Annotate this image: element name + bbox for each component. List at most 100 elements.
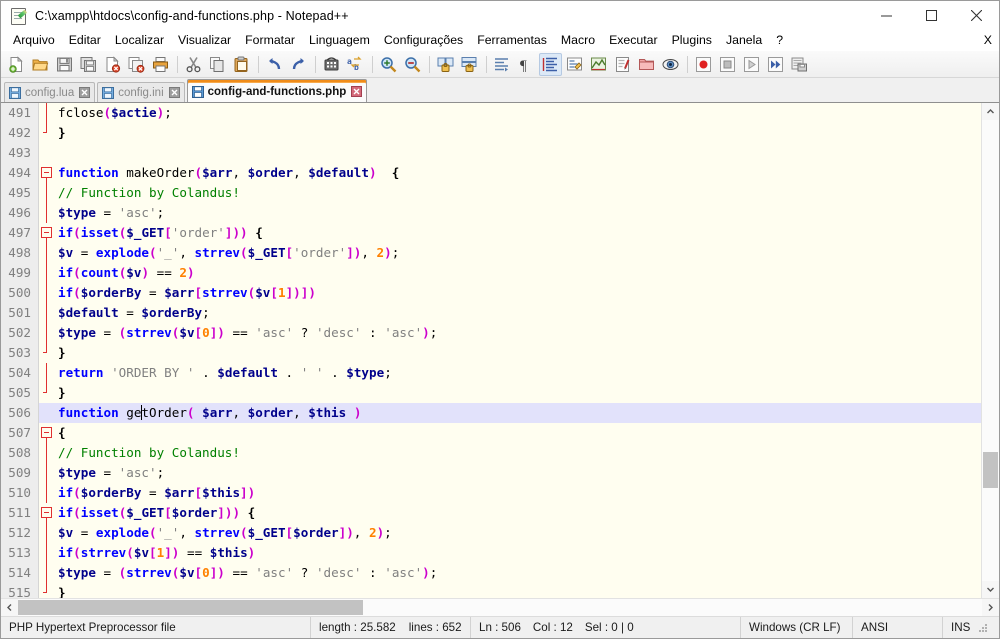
user-defined-language-icon[interactable] bbox=[563, 53, 586, 76]
fold-margin[interactable] bbox=[39, 223, 54, 243]
zoom-in-icon[interactable] bbox=[377, 53, 400, 76]
menu-item-linguagem[interactable]: Linguagem bbox=[302, 31, 377, 50]
indent-guide-icon[interactable] bbox=[539, 52, 562, 76]
menu-item-localizar[interactable]: Localizar bbox=[108, 31, 171, 50]
code-line[interactable]: 515} bbox=[1, 583, 981, 598]
menu-item-ferramentas[interactable]: Ferramentas bbox=[470, 31, 554, 50]
fold-margin[interactable] bbox=[39, 363, 54, 383]
code-line[interactable]: 491 fclose($actie); bbox=[1, 103, 981, 123]
tab-config-lua[interactable]: config.lua bbox=[4, 82, 96, 102]
code-line[interactable]: 500 if($orderBy = $arr[strrev($v[1])]) bbox=[1, 283, 981, 303]
menu-item-plugins[interactable]: Plugins bbox=[665, 31, 719, 50]
code-line[interactable]: 508 // Function by Colandus! bbox=[1, 443, 981, 463]
save-all-icon[interactable] bbox=[77, 53, 100, 76]
folder-as-workspace-icon[interactable] bbox=[635, 53, 658, 76]
find-icon[interactable] bbox=[320, 53, 343, 76]
status-encoding[interactable]: ANSI bbox=[853, 617, 943, 638]
menu-item-macro[interactable]: Macro bbox=[554, 31, 602, 50]
code-line[interactable]: 514 $type = (strrev($v[0]) == 'asc' ? 'de… bbox=[1, 563, 981, 583]
menu-item-janela[interactable]: Janela bbox=[719, 31, 769, 50]
fold-margin[interactable] bbox=[39, 383, 54, 403]
fold-collapse-icon[interactable] bbox=[41, 227, 52, 238]
open-file-icon[interactable] bbox=[29, 53, 52, 76]
scroll-up-button[interactable] bbox=[982, 103, 999, 120]
sync-vertical-scroll-icon[interactable] bbox=[434, 53, 457, 76]
close-file-icon[interactable] bbox=[101, 53, 124, 76]
print-icon[interactable] bbox=[149, 53, 172, 76]
code-line[interactable]: 505} bbox=[1, 383, 981, 403]
fold-collapse-icon[interactable] bbox=[41, 507, 52, 518]
scroll-left-button[interactable] bbox=[1, 599, 18, 616]
fold-margin[interactable] bbox=[39, 423, 54, 443]
fold-margin[interactable] bbox=[39, 343, 54, 363]
menu-item-help[interactable]: ? bbox=[769, 31, 790, 50]
code-line[interactable]: 502 $type = (strrev($v[0]) == 'asc' ? 'de… bbox=[1, 323, 981, 343]
fold-margin[interactable] bbox=[39, 103, 54, 123]
code-line[interactable]: 498 $v = explode('_', strrev($_GET['order… bbox=[1, 243, 981, 263]
code-line[interactable]: 497 if(isset($_GET['order'])) { bbox=[1, 223, 981, 243]
run-macro-multiple-icon[interactable] bbox=[764, 53, 787, 76]
tab-config-ini[interactable]: config.ini bbox=[97, 82, 185, 102]
fold-margin[interactable] bbox=[39, 243, 54, 263]
close-all-files-icon[interactable] bbox=[125, 53, 148, 76]
menu-item-executar[interactable]: Executar bbox=[602, 31, 665, 50]
maximize-button[interactable] bbox=[909, 1, 954, 30]
fold-margin[interactable] bbox=[39, 263, 54, 283]
code-line[interactable]: 509 $type = 'asc'; bbox=[1, 463, 981, 483]
save-icon[interactable] bbox=[53, 53, 76, 76]
code-line[interactable]: 504 return 'ORDER BY ' . $default . ' ' .… bbox=[1, 363, 981, 383]
fold-margin[interactable] bbox=[39, 503, 54, 523]
function-list-icon[interactable] bbox=[611, 53, 634, 76]
fold-margin[interactable] bbox=[39, 443, 54, 463]
code-line[interactable]: 493 bbox=[1, 143, 981, 163]
code-line[interactable]: 492} bbox=[1, 123, 981, 143]
code-editor[interactable]: 491 fclose($actie); 492} 493 494 function mak… bbox=[1, 103, 981, 598]
fold-margin[interactable] bbox=[39, 403, 54, 423]
undo-icon[interactable] bbox=[263, 53, 286, 76]
redo-icon[interactable] bbox=[287, 53, 310, 76]
menu-item-configuracoes[interactable]: Configurações bbox=[377, 31, 470, 50]
horizontal-scroll-thumb[interactable] bbox=[18, 600, 363, 615]
code-line[interactable]: 494 function makeOrder($arr, $order, $def… bbox=[1, 163, 981, 183]
status-insert-mode[interactable]: INS bbox=[943, 617, 999, 638]
copy-icon[interactable] bbox=[206, 53, 229, 76]
close-button[interactable] bbox=[954, 1, 999, 30]
close-icon[interactable] bbox=[79, 87, 91, 98]
word-wrap-icon[interactable] bbox=[491, 53, 514, 76]
code-line[interactable]: 499 if(count($v) == 2) bbox=[1, 263, 981, 283]
vertical-scroll-track[interactable] bbox=[982, 120, 999, 581]
code-line[interactable]: 510 if($orderBy = $arr[$this]) bbox=[1, 483, 981, 503]
status-eol-format[interactable]: Windows (CR LF) bbox=[741, 617, 853, 638]
fold-margin[interactable] bbox=[39, 583, 54, 598]
menu-item-visualizar[interactable]: Visualizar bbox=[171, 31, 238, 50]
menu-item-editar[interactable]: Editar bbox=[62, 31, 108, 50]
close-icon[interactable] bbox=[168, 87, 180, 98]
vertical-scrollbar[interactable] bbox=[981, 103, 999, 598]
zoom-out-icon[interactable] bbox=[401, 53, 424, 76]
close-icon[interactable] bbox=[351, 86, 363, 97]
fold-margin[interactable] bbox=[39, 203, 54, 223]
menu-item-arquivo[interactable]: Arquivo bbox=[6, 31, 62, 50]
code-line[interactable]: 503} bbox=[1, 343, 981, 363]
record-macro-icon[interactable] bbox=[692, 53, 715, 76]
fold-margin[interactable] bbox=[39, 283, 54, 303]
tab-config-and-functions-php[interactable]: config-and-functions.php bbox=[186, 79, 368, 102]
fold-margin[interactable] bbox=[39, 463, 54, 483]
vertical-scroll-thumb[interactable] bbox=[983, 451, 998, 488]
fold-margin[interactable] bbox=[39, 123, 54, 143]
fold-margin[interactable] bbox=[39, 483, 54, 503]
resize-grip[interactable] bbox=[977, 622, 989, 634]
fold-margin[interactable] bbox=[39, 303, 54, 323]
fold-margin[interactable] bbox=[39, 323, 54, 343]
fold-collapse-icon[interactable] bbox=[41, 427, 52, 438]
play-macro-icon[interactable] bbox=[740, 53, 763, 76]
horizontal-scroll-track[interactable] bbox=[18, 599, 982, 616]
close-document-button[interactable]: X bbox=[984, 33, 992, 47]
code-line[interactable]: 512 $v = explode('_', strrev($_GET[$order… bbox=[1, 523, 981, 543]
scroll-right-button[interactable] bbox=[982, 599, 999, 616]
monitoring-icon[interactable] bbox=[659, 53, 682, 76]
code-line[interactable]: 496 $type = 'asc'; bbox=[1, 203, 981, 223]
minimize-button[interactable] bbox=[864, 1, 909, 30]
fold-margin[interactable] bbox=[39, 143, 54, 163]
fold-margin[interactable] bbox=[39, 543, 54, 563]
